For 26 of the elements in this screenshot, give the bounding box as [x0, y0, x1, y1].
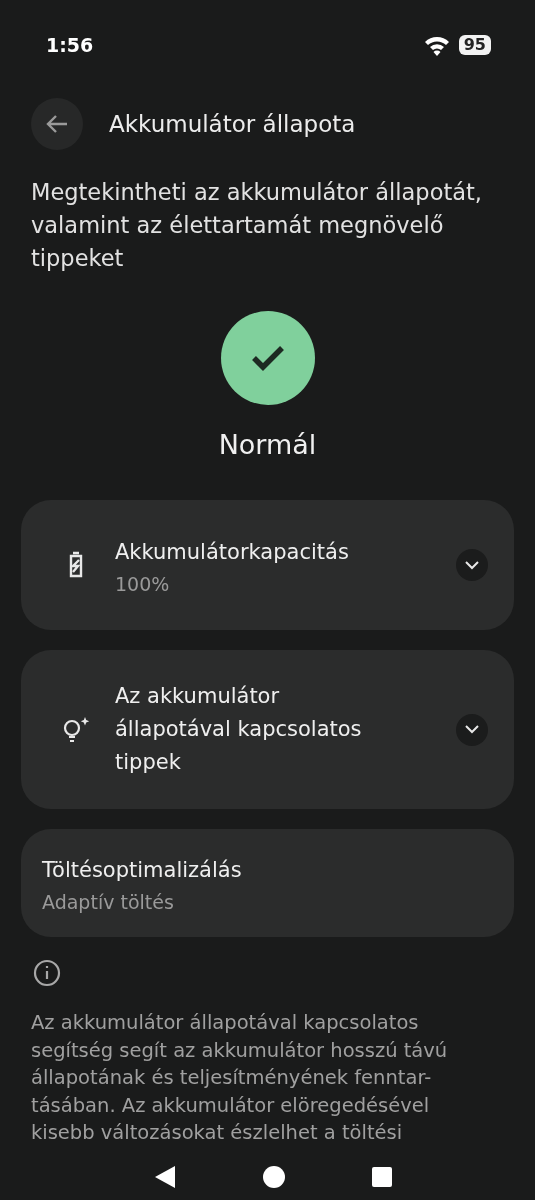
description-text: Megtekintheti az akkumulátor állapotát, valamint az élettartamát megnövelő tippeket	[31, 178, 483, 273]
card-title: Az akkumulátor állapotával kapcsolatos tippek	[115, 683, 363, 776]
chevron-down-icon	[465, 725, 479, 734]
battery-icon	[68, 551, 84, 579]
nav-recents-icon[interactable]	[371, 1167, 392, 1187]
settings-card[interactable]: Töltésoptimalizálás Adaptív töltés	[21, 829, 514, 937]
chevron-down-icon	[465, 560, 479, 570]
card-subtitle: Adaptív töltés	[42, 890, 175, 913]
back-button[interactable]	[31, 98, 83, 150]
nav-home-icon[interactable]	[262, 1166, 285, 1188]
status-label: Normál	[217, 429, 318, 460]
status-time: 1:56	[46, 34, 94, 56]
settings-card[interactable]: Az akkumulátor állapotával kapcsolatos tippek	[21, 650, 514, 809]
expand-button[interactable]	[456, 549, 488, 581]
expand-button[interactable]	[456, 713, 488, 746]
settings-card[interactable]: Akkumulátorkapacitás 100%	[21, 500, 514, 630]
nav-back-icon[interactable]	[153, 1165, 176, 1189]
card-subtitle: 100%	[115, 572, 171, 595]
card-title: Töltésoptimalizálás	[42, 856, 243, 884]
card-title: Akkumulátorkapacitás	[115, 538, 350, 566]
page-title: Akkumulátor állapota	[109, 111, 356, 137]
info-text: Az akkumulátor állapotával kapcsolatos segítség segít az akkumulátor hosszú távú állapotának és teljesítményének fenntar- tásában. Az akkumulátor elöregedésével kisebb változásokat észlelhet a töltési	[31, 1010, 449, 1146]
back-arrow-icon	[46, 114, 68, 134]
battery-level: 95	[458, 35, 491, 55]
info-icon	[33, 959, 61, 987]
check-icon	[250, 345, 285, 371]
